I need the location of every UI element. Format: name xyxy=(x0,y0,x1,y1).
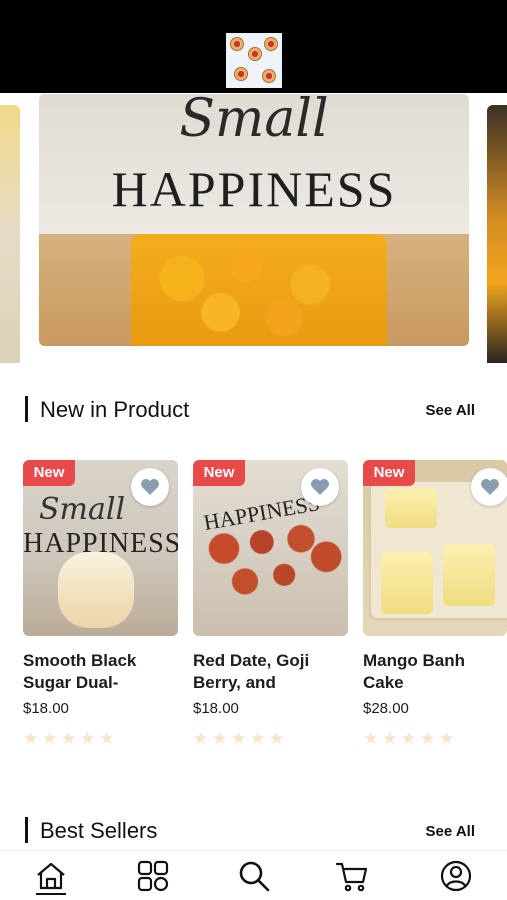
banner-script-text: Small xyxy=(179,94,329,149)
section-title: New in Product xyxy=(40,397,190,422)
banner-slide-previous[interactable] xyxy=(0,105,20,363)
section-accent-bar xyxy=(25,396,28,422)
product-name-line: Sugar Dual- xyxy=(23,673,119,692)
product-name[interactable]: Smooth Black Sugar Dual- xyxy=(23,650,183,694)
crepe-roll xyxy=(443,544,495,606)
new-products-header: New in Product See All xyxy=(25,396,477,422)
pudding-glass xyxy=(58,552,134,628)
crepe-roll xyxy=(381,552,433,614)
image-script-text: Small xyxy=(39,492,126,527)
see-all-new-link[interactable]: See All xyxy=(426,402,475,419)
nav-categories[interactable] xyxy=(136,859,170,893)
logo-tart-icon xyxy=(230,37,244,51)
star-icon: ★ xyxy=(382,729,398,748)
star-icon: ★ xyxy=(193,729,209,748)
profile-icon xyxy=(440,860,472,892)
product-name[interactable]: Red Date, Goji Berry, and xyxy=(193,650,353,694)
favorite-button[interactable] xyxy=(471,468,507,506)
logo-tart-icon xyxy=(248,47,262,61)
product-name-line: Mango Banh xyxy=(363,651,465,670)
section-accent-bar xyxy=(25,817,28,843)
section-title: Best Sellers xyxy=(40,818,158,843)
star-icon: ★ xyxy=(231,729,247,748)
cart-icon xyxy=(335,862,368,892)
star-icon: ★ xyxy=(23,729,39,748)
new-badge: New xyxy=(363,460,415,486)
favorite-button[interactable] xyxy=(301,468,339,506)
rating-stars: ★ ★ ★ ★ ★ xyxy=(23,729,123,748)
nav-active-indicator xyxy=(36,893,66,895)
product-name-line: Cake xyxy=(363,673,404,692)
product-image[interactable]: Small HAPPINESS New xyxy=(23,460,178,636)
nav-profile[interactable] xyxy=(439,859,473,893)
store-logo[interactable] xyxy=(226,33,282,88)
product-price: $18.00 xyxy=(23,700,69,717)
banner-mango-dessert xyxy=(131,234,387,346)
dessert-cups xyxy=(203,524,343,606)
logo-tart-icon xyxy=(234,67,248,81)
top-bar xyxy=(0,0,507,93)
see-all-best-link[interactable]: See All xyxy=(426,823,475,840)
rating-stars: ★ ★ ★ ★ ★ xyxy=(193,729,293,748)
star-icon: ★ xyxy=(42,729,58,748)
product-name-line: Berry, and xyxy=(193,673,276,692)
nav-search[interactable] xyxy=(237,859,271,893)
star-icon: ★ xyxy=(212,729,228,748)
product-image[interactable]: HAPPINESS New xyxy=(193,460,348,636)
star-icon: ★ xyxy=(269,729,285,748)
crepe-roll xyxy=(385,488,437,528)
nav-cart[interactable] xyxy=(335,859,369,893)
categories-icon xyxy=(137,860,169,892)
heart-icon xyxy=(481,479,499,495)
heart-icon xyxy=(311,479,329,495)
rating-stars: ★ ★ ★ ★ ★ xyxy=(363,729,463,748)
home-icon xyxy=(37,862,65,890)
banner-carousel[interactable]: Small HAPPINESS xyxy=(0,93,507,363)
best-sellers-header: Best Sellers See All xyxy=(25,817,477,843)
product-name-line: Smooth Black xyxy=(23,651,137,670)
new-badge: New xyxy=(193,460,245,486)
logo-tart-icon xyxy=(262,69,276,83)
star-icon: ★ xyxy=(439,729,455,748)
bottom-navigation xyxy=(0,850,507,900)
product-price: $28.00 xyxy=(363,700,409,717)
product-name[interactable]: Mango Banh Cake xyxy=(363,650,507,694)
product-price: $18.00 xyxy=(193,700,239,717)
star-icon: ★ xyxy=(401,729,417,748)
star-icon: ★ xyxy=(420,729,436,748)
star-icon: ★ xyxy=(80,729,96,748)
banner-sign: Small HAPPINESS xyxy=(39,94,469,234)
banner-slide-next[interactable] xyxy=(487,105,507,363)
product-name-line: Red Date, Goji xyxy=(193,651,310,670)
product-image[interactable]: New xyxy=(363,460,507,636)
search-icon xyxy=(239,861,270,892)
banner-headline: HAPPINESS xyxy=(111,161,397,217)
heart-icon xyxy=(141,479,159,495)
favorite-button[interactable] xyxy=(131,468,169,506)
star-icon: ★ xyxy=(61,729,77,748)
star-icon: ★ xyxy=(363,729,379,748)
nav-home[interactable] xyxy=(34,859,68,893)
banner-slide-current[interactable]: Small HAPPINESS xyxy=(39,94,469,346)
star-icon: ★ xyxy=(99,729,115,748)
new-badge: New xyxy=(23,460,75,486)
logo-tart-icon xyxy=(264,37,278,51)
star-icon: ★ xyxy=(250,729,266,748)
